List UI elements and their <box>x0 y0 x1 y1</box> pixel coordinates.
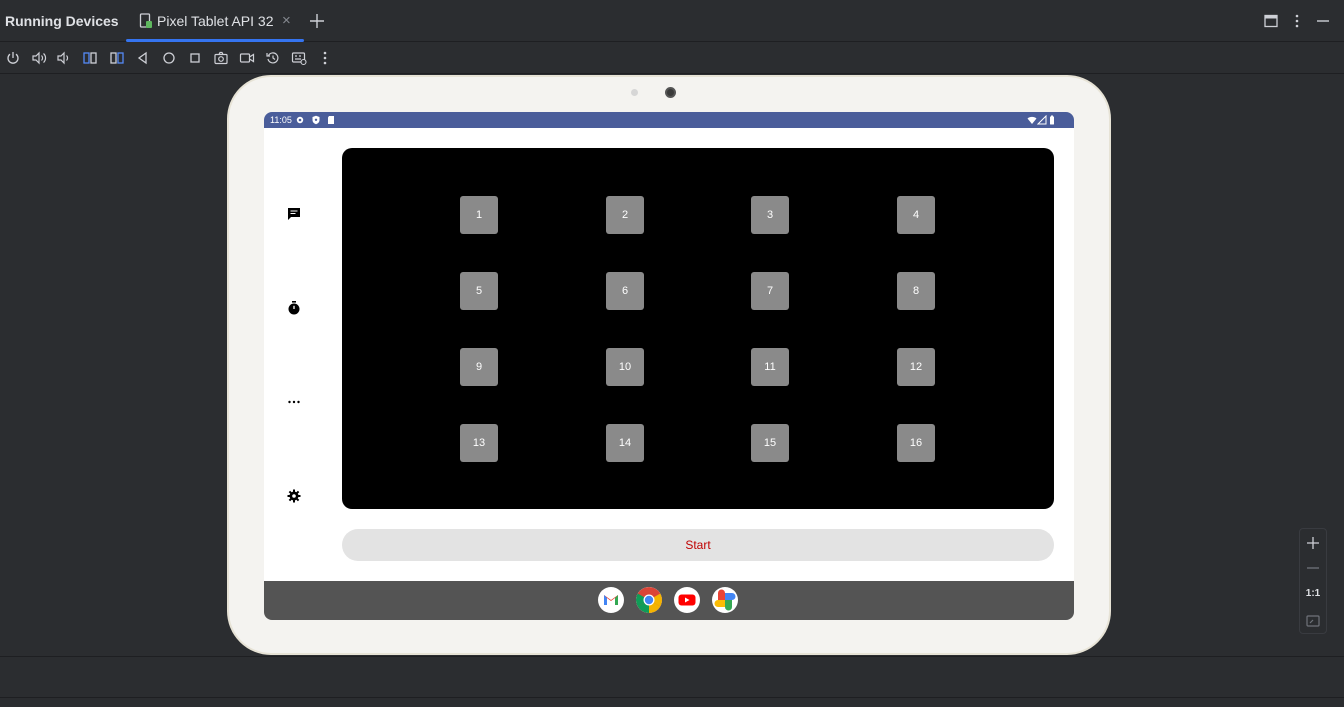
tab-pixel-tablet[interactable]: Pixel Tablet API 32 × <box>126 0 304 42</box>
chat-icon[interactable] <box>286 206 302 222</box>
youtube-icon[interactable] <box>674 587 700 613</box>
start-button[interactable]: Start <box>342 529 1054 561</box>
tool-window-title: Running Devices <box>5 13 119 29</box>
android-taskbar <box>264 581 1074 620</box>
screenshot-icon[interactable] <box>213 50 229 66</box>
tool-window-header: Running Devices Pixel Tablet API 32 × <box>0 0 1344 42</box>
chrome-icon[interactable] <box>636 587 662 613</box>
board-cell[interactable]: 15 <box>751 424 789 462</box>
extended-controls-icon[interactable] <box>291 50 307 66</box>
board-cell[interactable]: 16 <box>897 424 935 462</box>
screen-record-icon[interactable] <box>239 50 255 66</box>
device-screen[interactable]: 11:05 1 2 3 4 5 6 7 8 9 10 11 12 13 14 1… <box>264 112 1074 620</box>
add-tab-icon[interactable] <box>308 10 326 32</box>
volume-up-icon[interactable] <box>31 50 47 66</box>
board-cell[interactable]: 6 <box>606 272 644 310</box>
status-settings-icon <box>295 115 305 125</box>
window-layout-icon[interactable] <box>1263 13 1279 29</box>
options-menu-icon[interactable] <box>1289 13 1305 29</box>
board-cell[interactable]: 1 <box>460 196 498 234</box>
timer-icon[interactable] <box>286 300 302 316</box>
zoom-actual-size-button[interactable]: 1:1 <box>1300 588 1326 599</box>
overview-icon[interactable] <box>187 50 203 66</box>
android-status-bar: 11:05 <box>264 112 1074 128</box>
tablet-frame: 11:05 1 2 3 4 5 6 7 8 9 10 11 12 13 14 1… <box>227 75 1111 655</box>
zoom-out-icon[interactable] <box>1305 560 1321 576</box>
board-cell[interactable]: 11 <box>751 348 789 386</box>
emulator-toolbar <box>0 42 1344 74</box>
board-cell[interactable]: 4 <box>897 196 935 234</box>
board-cell[interactable]: 8 <box>897 272 935 310</box>
status-signal-icon <box>1037 115 1047 125</box>
board-cell[interactable]: 9 <box>460 348 498 386</box>
board-cell[interactable]: 10 <box>606 348 644 386</box>
more-horiz-icon[interactable] <box>286 394 302 410</box>
game-board: 1 2 3 4 5 6 7 8 9 10 11 12 13 14 15 16 <box>342 148 1054 509</box>
status-wifi-icon <box>1027 115 1037 125</box>
snapshot-icon[interactable] <box>265 50 281 66</box>
light-sensor <box>631 89 638 96</box>
board-cell[interactable]: 5 <box>460 272 498 310</box>
photos-icon[interactable] <box>712 587 738 613</box>
home-icon[interactable] <box>161 50 177 66</box>
zoom-fit-icon[interactable] <box>1305 613 1321 629</box>
gmail-icon[interactable] <box>598 587 624 613</box>
divider <box>0 697 1344 698</box>
tab-label: Pixel Tablet API 32 <box>157 13 274 29</box>
board-cell[interactable]: 12 <box>897 348 935 386</box>
divider <box>0 656 1344 657</box>
status-sdcard-icon <box>326 115 336 125</box>
zoom-controls: 1:1 <box>1299 528 1327 634</box>
board-cell[interactable]: 13 <box>460 424 498 462</box>
board-cell[interactable]: 3 <box>751 196 789 234</box>
rotate-left-icon[interactable] <box>82 50 98 66</box>
volume-down-icon[interactable] <box>55 50 71 66</box>
status-time: 11:05 <box>270 115 292 125</box>
board-cell[interactable]: 14 <box>606 424 644 462</box>
back-icon[interactable] <box>135 50 151 66</box>
zoom-in-icon[interactable] <box>1305 535 1321 551</box>
board-cell[interactable]: 7 <box>751 272 789 310</box>
board-cell[interactable]: 2 <box>606 196 644 234</box>
status-battery-icon <box>1047 115 1057 125</box>
minimize-icon[interactable] <box>1315 13 1331 29</box>
device-tab-icon <box>139 13 153 29</box>
rotate-right-icon[interactable] <box>109 50 125 66</box>
settings-icon[interactable] <box>286 488 302 504</box>
power-icon[interactable] <box>5 50 21 66</box>
more-options-icon[interactable] <box>317 50 333 66</box>
status-shield-icon <box>311 115 321 125</box>
close-tab-icon[interactable]: × <box>282 13 291 29</box>
front-camera <box>665 87 676 98</box>
